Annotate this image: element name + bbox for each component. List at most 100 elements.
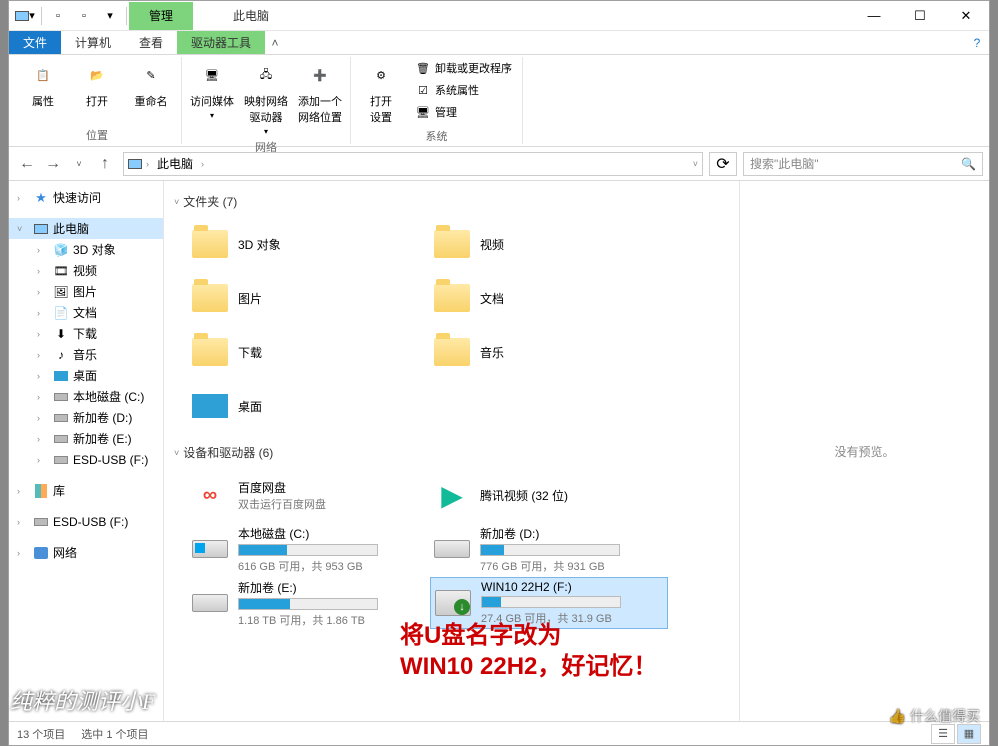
preview-pane: 没有预览。 bbox=[739, 181, 989, 721]
map-drive-button[interactable]: 🖧映射网络 驱动器▾ bbox=[242, 57, 290, 138]
open-settings-button[interactable]: ⚙打开 设置 bbox=[357, 57, 405, 127]
ribbon-collapse-icon[interactable]: ˄ bbox=[265, 31, 285, 54]
tree-disk-c[interactable]: ›本地磁盘 (C:) bbox=[9, 386, 163, 407]
separator bbox=[41, 7, 42, 25]
group-label: 系统 bbox=[426, 127, 448, 145]
add-network-button[interactable]: ➕添加一个 网络位置 bbox=[296, 57, 344, 127]
breadcrumb-item[interactable]: 此电脑 bbox=[153, 155, 197, 172]
label: 属性 bbox=[32, 93, 54, 109]
qat-customize[interactable]: ▾ bbox=[98, 5, 122, 27]
open-button[interactable]: 📂打开 bbox=[73, 57, 121, 111]
view-icons-button[interactable]: ▦ bbox=[957, 724, 981, 744]
item-disk-f-selected[interactable]: ↓WIN10 22H2 (F:)27.4 GB 可用，共 31.9 GB bbox=[430, 577, 668, 629]
label: 卸载或更改程序 bbox=[435, 60, 512, 76]
refresh-button[interactable]: ⟳ bbox=[709, 152, 737, 176]
search-box[interactable]: 搜索"此电脑" 🔍 bbox=[743, 152, 983, 176]
tab-computer[interactable]: 计算机 bbox=[61, 31, 125, 54]
label: 本地磁盘 (C:) bbox=[73, 388, 144, 405]
item-disk-d[interactable]: 新加卷 (D:)776 GB 可用，共 931 GB bbox=[430, 523, 668, 575]
forward-button[interactable]: → bbox=[41, 152, 65, 176]
tree-desktop[interactable]: ›桌面 bbox=[9, 365, 163, 386]
label: 视频 bbox=[73, 262, 97, 279]
chevron-icon[interactable]: › bbox=[146, 159, 149, 169]
items-view[interactable]: ˅文件夹 (7) 3D 对象 视频 图片 文档 下载 音乐 桌面 ˅设备和驱动器… bbox=[164, 181, 739, 721]
up-button[interactable]: ↑ bbox=[93, 152, 117, 176]
tree-libraries[interactable]: ›库 bbox=[9, 480, 163, 501]
manage-button[interactable]: 🖥管理 bbox=[411, 101, 516, 123]
view-details-button[interactable]: ☰ bbox=[931, 724, 955, 744]
tree-esd-usb[interactable]: ›ESD-USB (F:) bbox=[9, 449, 163, 470]
label: 本地磁盘 (C:) bbox=[238, 525, 378, 542]
label: 添加一个 网络位置 bbox=[298, 93, 342, 125]
tab-drive-tools[interactable]: 驱动器工具 bbox=[177, 31, 265, 54]
item-pictures[interactable]: 图片 bbox=[188, 272, 426, 324]
tree-disk-e[interactable]: ›新加卷 (E:) bbox=[9, 428, 163, 449]
item-disk-c[interactable]: 本地磁盘 (C:) 616 GB 可用，共 953 GB bbox=[188, 523, 426, 575]
search-icon[interactable]: 🔍 bbox=[961, 157, 976, 171]
item-baidu[interactable]: ∞百度网盘双击运行百度网盘 bbox=[188, 469, 426, 521]
qat-item[interactable]: ▫ bbox=[46, 5, 70, 27]
tree-downloads[interactable]: ›⬇下载 bbox=[9, 323, 163, 344]
uninstall-button[interactable]: 🗑卸载或更改程序 bbox=[411, 57, 516, 79]
item-downloads[interactable]: 下载 bbox=[188, 326, 426, 378]
tree-disk-d[interactable]: ›新加卷 (D:) bbox=[9, 407, 163, 428]
group-label: 位置 bbox=[86, 126, 108, 144]
label: 快速访问 bbox=[53, 189, 101, 206]
address-dropdown-icon[interactable]: ˅ bbox=[693, 159, 698, 169]
label: 打开 bbox=[86, 93, 108, 109]
tree-3d-objects[interactable]: ›🧊3D 对象 bbox=[9, 239, 163, 260]
label: 下载 bbox=[73, 325, 97, 342]
tree-pictures[interactable]: ›🖼图片 bbox=[9, 281, 163, 302]
ribbon-tabs: 文件 计算机 查看 驱动器工具 ˄ ? bbox=[9, 31, 989, 55]
label: ESD-USB (F:) bbox=[73, 453, 148, 467]
item-3d-objects[interactable]: 3D 对象 bbox=[188, 218, 426, 270]
item-music[interactable]: 音乐 bbox=[430, 326, 668, 378]
tree-quick-access[interactable]: ›★快速访问 bbox=[9, 187, 163, 208]
properties-button[interactable]: 📋属性 bbox=[19, 57, 67, 111]
space-text: 616 GB 可用，共 953 GB bbox=[238, 558, 378, 574]
item-videos[interactable]: 视频 bbox=[430, 218, 668, 270]
close-button[interactable]: ✕ bbox=[943, 1, 989, 31]
item-tencent[interactable]: ▶腾讯视频 (32 位) bbox=[430, 469, 668, 521]
explorer-window: ▾ ▫ ▫ ▾ 管理 此电脑 — ☐ ✕ 文件 计算机 查看 驱动器工具 ˄ ?… bbox=[8, 0, 990, 746]
item-disk-e[interactable]: 新加卷 (E:)1.18 TB 可用，共 1.86 TB bbox=[188, 577, 426, 629]
tree-videos[interactable]: ›🎞视频 bbox=[9, 260, 163, 281]
space-bar bbox=[481, 596, 621, 608]
tab-view[interactable]: 查看 bbox=[125, 31, 177, 54]
pc-icon bbox=[128, 159, 142, 169]
label: ESD-USB (F:) bbox=[53, 515, 128, 529]
label: 视频 bbox=[480, 236, 504, 253]
ribbon-group-location: 📋属性 📂打开 ✎重命名 位置 bbox=[13, 57, 182, 144]
qat-item[interactable]: ▫ bbox=[72, 5, 96, 27]
label: WIN10 22H2 (F:) bbox=[481, 580, 621, 594]
space-bar bbox=[238, 598, 378, 610]
label: 新加卷 (D:) bbox=[480, 525, 620, 542]
address-bar[interactable]: › 此电脑 › ˅ bbox=[123, 152, 703, 176]
tree-this-pc[interactable]: ˅此电脑 bbox=[9, 218, 163, 239]
separator bbox=[126, 7, 127, 25]
tree-network[interactable]: ›网络 bbox=[9, 542, 163, 563]
tree-music[interactable]: ›♪音乐 bbox=[9, 344, 163, 365]
label: 3D 对象 bbox=[238, 236, 281, 253]
help-icon[interactable]: ? bbox=[965, 31, 989, 54]
tree-documents[interactable]: ›📄文档 bbox=[9, 302, 163, 323]
minimize-button[interactable]: — bbox=[851, 1, 897, 31]
system-menu-icon[interactable]: ▾ bbox=[13, 5, 37, 27]
label: 文件夹 (7) bbox=[183, 193, 237, 210]
group-header-folders[interactable]: ˅文件夹 (7) bbox=[174, 193, 729, 210]
label: 文档 bbox=[73, 304, 97, 321]
group-header-devices[interactable]: ˅设备和驱动器 (6) bbox=[174, 444, 729, 461]
chevron-icon[interactable]: › bbox=[201, 159, 204, 169]
tree-esd-usb-root[interactable]: ›ESD-USB (F:) bbox=[9, 511, 163, 532]
system-properties-button[interactable]: ☑系统属性 bbox=[411, 79, 516, 101]
label: 新加卷 (E:) bbox=[238, 579, 378, 596]
recent-dropdown[interactable]: ˅ bbox=[67, 152, 91, 176]
item-documents[interactable]: 文档 bbox=[430, 272, 668, 324]
access-media-button[interactable]: 🖥访问媒体▾ bbox=[188, 57, 236, 122]
maximize-button[interactable]: ☐ bbox=[897, 1, 943, 31]
tab-file[interactable]: 文件 bbox=[9, 31, 61, 54]
ribbon-group-system: ⚙打开 设置 🗑卸载或更改程序 ☑系统属性 🖥管理 系统 bbox=[351, 57, 523, 144]
back-button[interactable]: ← bbox=[15, 152, 39, 176]
rename-button[interactable]: ✎重命名 bbox=[127, 57, 175, 111]
item-desktop[interactable]: 桌面 bbox=[188, 380, 426, 432]
